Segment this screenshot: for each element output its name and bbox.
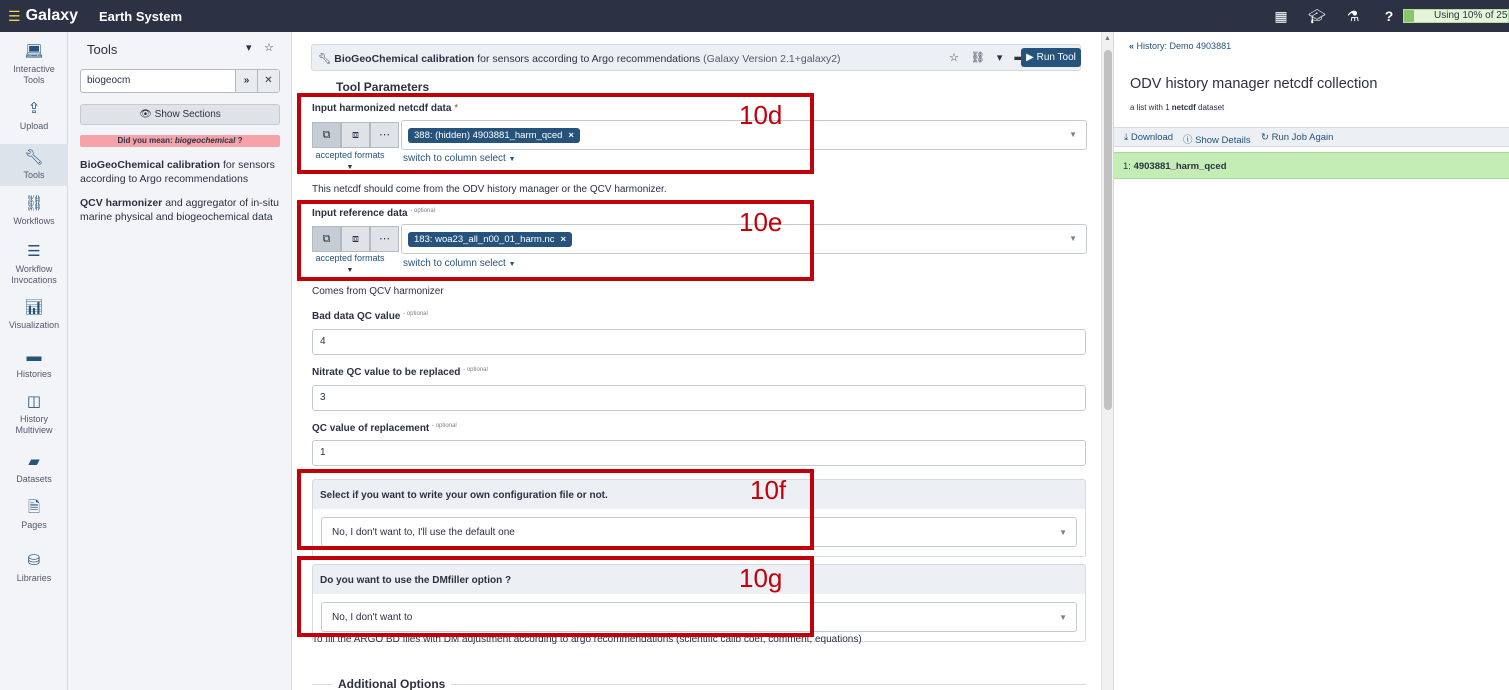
list-icon: ☰ bbox=[27, 243, 41, 260]
masthead: ☰ Galaxy Earth System ▦ 🎓︎ ⚗ ? Using 10%… bbox=[0, 0, 1509, 32]
tool-search-input[interactable]: biogeocm bbox=[81, 70, 235, 92]
hdd-icon: ▬ bbox=[26, 348, 42, 365]
grid-icon[interactable]: ▦ bbox=[1270, 6, 1292, 26]
favorite-star-icon[interactable]: ☆ bbox=[949, 51, 959, 64]
options-dropdown-icon[interactable]: ▾ bbox=[997, 51, 1003, 64]
play-icon: ▶ bbox=[1026, 52, 1034, 63]
quota-fill bbox=[1404, 10, 1415, 22]
tool-parameters-title: Tool Parameters bbox=[336, 80, 430, 94]
tool-result-qcv-harmonizer[interactable]: QCV harmonizer and aggregator of in-situ… bbox=[80, 196, 280, 224]
folder-icon: ▰ bbox=[28, 453, 40, 470]
activity-bar: 💻︎ Interactive Tools ⇪ Upload 🔧︎ Tools ⛓… bbox=[0, 32, 68, 690]
activity-workflow-invocations[interactable]: ☰ Workflow Invocations bbox=[0, 244, 68, 286]
galaxy-brand[interactable]: ☰ Galaxy bbox=[8, 7, 78, 25]
wrench-icon: 🔧︎ bbox=[24, 149, 44, 166]
activity-pages[interactable]: 🗎︎ Pages bbox=[0, 500, 68, 531]
panel-view-dropdown-icon[interactable]: ▾ bbox=[246, 41, 252, 54]
show-sections-button[interactable]: 👁︎ Show Sections bbox=[80, 104, 280, 125]
history-dataset-item[interactable]: 1: 4903881_harm_qced bbox=[1114, 152, 1509, 179]
history-back-link[interactable]: « History: Demo 4903881 bbox=[1129, 41, 1231, 51]
input-harmonized-help: This netcdf should come from the ODV his… bbox=[312, 184, 667, 195]
quota-label: Using 10% of 250.0 bbox=[1434, 10, 1508, 21]
clear-search-icon[interactable]: ✕ bbox=[257, 70, 279, 92]
activity-workflows[interactable]: ⛓ Workflows bbox=[0, 196, 68, 227]
share-icon[interactable]: ⛓ bbox=[971, 51, 985, 64]
advanced-search-icon[interactable]: » bbox=[235, 70, 257, 92]
activity-datasets[interactable]: ▰ Datasets bbox=[0, 454, 68, 485]
nitrate-qc-label: Nitrate QC value to be replaced - option… bbox=[312, 367, 488, 378]
bad-qc-input[interactable]: 4 bbox=[312, 329, 1086, 355]
quota-meter[interactable]: Using 10% of 250.0 bbox=[1403, 9, 1509, 23]
upload-icon: ⇪ bbox=[27, 100, 41, 117]
collection-subtitle: a list with 1 netcdf dataset bbox=[1130, 103, 1225, 112]
double-chevron-left-icon: « bbox=[1129, 41, 1135, 51]
collection-actions-bar: ⤓ Download ⓘ Show Details ↻ Run Job Agai… bbox=[1114, 127, 1509, 147]
chevron-down-icon: ▼ bbox=[1069, 234, 1077, 243]
tool-result-biogeochemical[interactable]: BioGeoChemical calibration for sensors a… bbox=[80, 158, 280, 186]
activity-tools[interactable]: 🔧︎ Tools bbox=[0, 144, 68, 186]
laptop-icon: 💻︎ bbox=[24, 43, 44, 60]
annotation-label-10e: 10e bbox=[739, 207, 783, 237]
annotation-box-10f bbox=[297, 469, 814, 550]
annotation-label-10f: 10f bbox=[750, 475, 787, 505]
tool-panel-title: Tools bbox=[87, 42, 118, 57]
columns-icon: ◫ bbox=[26, 393, 42, 410]
annotation-box-10g bbox=[297, 556, 814, 637]
chevron-down-icon: ▼ bbox=[1059, 528, 1067, 537]
wrench-icon: 🔧︎ bbox=[318, 53, 332, 65]
download-button[interactable]: ⤓ Download bbox=[1124, 132, 1173, 143]
download-icon: ⤓ bbox=[1124, 132, 1129, 143]
chevron-down-icon: ▼ bbox=[1069, 130, 1077, 139]
tool-header: 🔧︎ BioGeoChemical calibration for sensor… bbox=[311, 44, 1081, 71]
did-you-mean-banner[interactable]: Did you mean: biogeochemical ? bbox=[80, 135, 280, 147]
tool-panel: Tools ▾ ☆ biogeocm » ✕ 👁︎ Show Sections … bbox=[68, 32, 292, 690]
center-scrollbar[interactable]: ▲ bbox=[1101, 32, 1113, 690]
chevron-down-icon: ▼ bbox=[1059, 613, 1067, 622]
bad-qc-label: Bad data QC value - optional bbox=[312, 311, 428, 322]
qc-replacement-label: QC value of replacement - optional bbox=[312, 423, 457, 434]
activity-interactive-tools[interactable]: 💻︎ Interactive Tools bbox=[0, 44, 68, 86]
favorites-star-icon[interactable]: ☆ bbox=[264, 41, 274, 54]
collection-title: ODV history manager netcdf collection bbox=[1130, 76, 1378, 92]
flask-icon[interactable]: ⚗ bbox=[1342, 6, 1364, 26]
annotation-label-10g: 10g bbox=[739, 563, 783, 593]
redo-icon: ↻ bbox=[1261, 132, 1269, 143]
sitemap-icon: ⛓ bbox=[24, 195, 44, 212]
run-job-again-button[interactable]: ↻ Run Job Again bbox=[1261, 132, 1333, 143]
run-tool-button[interactable]: ▶ Run Tool bbox=[1021, 48, 1081, 67]
info-icon: ⓘ bbox=[1183, 135, 1193, 146]
additional-options-section[interactable]: Additional Options bbox=[312, 673, 1086, 690]
activity-history-multiview[interactable]: ◫ History Multiview bbox=[0, 394, 68, 436]
eye-icon: 👁︎ bbox=[139, 109, 152, 120]
activity-visualization[interactable]: 📊︎ Visualization bbox=[0, 300, 68, 331]
scroll-up-arrow-icon[interactable]: ▲ bbox=[1104, 35, 1111, 42]
annotation-label-10d: 10d bbox=[739, 100, 783, 130]
activity-libraries[interactable]: ⛁ Libraries bbox=[0, 553, 68, 584]
show-details-button[interactable]: ⓘ Show Details bbox=[1183, 132, 1251, 146]
tool-search: biogeocm » ✕ bbox=[80, 69, 280, 93]
brand-name: Galaxy bbox=[25, 7, 79, 24]
graduation-cap-icon[interactable]: 🎓︎ bbox=[1306, 6, 1328, 26]
tool-version[interactable]: (Galaxy Version 2.1+galaxy2) bbox=[700, 53, 840, 65]
database-icon: ⛁ bbox=[27, 552, 41, 569]
qc-replacement-input[interactable]: 1 bbox=[312, 440, 1086, 466]
additional-options-title: Additional Options bbox=[332, 677, 452, 690]
brand-subtitle[interactable]: Earth System bbox=[99, 9, 182, 24]
history-panel: « History: Demo 4903881 ODV history mana… bbox=[1113, 32, 1509, 690]
nitrate-qc-input[interactable]: 3 bbox=[312, 385, 1086, 411]
file-icon: 🗎︎ bbox=[27, 499, 41, 516]
help-icon[interactable]: ? bbox=[1378, 6, 1400, 26]
chart-icon: 📊︎ bbox=[24, 299, 44, 316]
menu-icon: ☰ bbox=[8, 7, 21, 24]
scroll-thumb[interactable] bbox=[1104, 50, 1112, 410]
annotation-box-10d bbox=[297, 93, 814, 174]
tool-name: BioGeoChemical calibration bbox=[334, 53, 475, 65]
activity-histories[interactable]: ▬ Histories bbox=[0, 349, 68, 380]
input-reference-help: Comes from QCV harmonizer bbox=[312, 286, 444, 297]
activity-upload[interactable]: ⇪ Upload bbox=[0, 101, 68, 132]
annotation-box-10e bbox=[297, 200, 814, 281]
